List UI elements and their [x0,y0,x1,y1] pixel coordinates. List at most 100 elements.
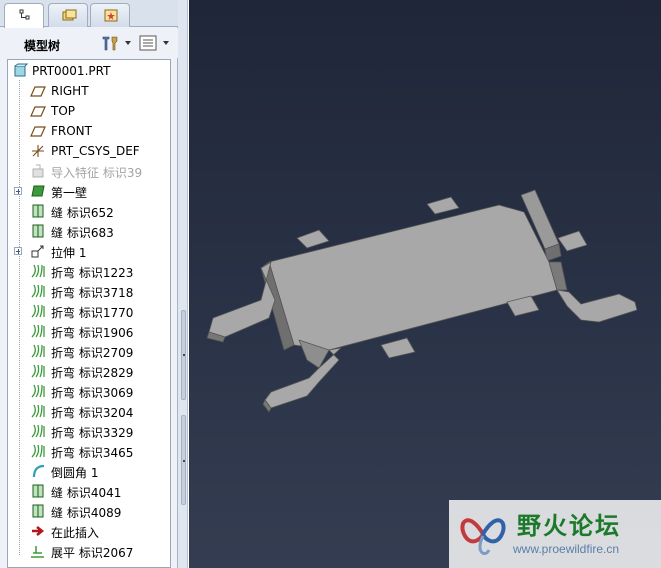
bend-icon [31,444,45,458]
tree-item-label: 缝 标识683 [51,226,114,240]
tree-item[interactable]: TOP [8,101,168,121]
favorites-icon [104,9,118,22]
model-tree-header: 模型树 [0,28,178,58]
tree-item-label: 第一壁 [51,186,88,200]
watermark-url: www.proewildfire.cn [513,542,620,556]
insert-here-arrow-icon [32,526,45,536]
bend-icon [31,264,45,278]
bend-icon [31,364,45,378]
bend-icon [31,424,45,438]
tree-item-label: 拉伸 1 [51,246,87,260]
tree-item[interactable]: 折弯 标识1223 [8,261,168,281]
list-icon [139,35,157,51]
tree-item[interactable]: 折弯 标识3204 [8,401,168,421]
graphics-viewport[interactable]: 野火论坛 www.proewildfire.cn [189,0,661,568]
folders-icon [62,9,77,21]
tree-item[interactable]: 缝 标识683 [8,221,168,241]
settings-button[interactable] [100,34,132,52]
tree-item-label: 折弯 标识1770 [51,306,134,320]
datum-plane-icon [30,106,46,117]
tree-item[interactable]: 展平 标识2067 [8,541,168,561]
tree-item[interactable]: 折弯 标识1770 [8,301,168,321]
splitter-dot [183,354,185,356]
tree-item[interactable]: 倒圆角 1 [8,461,168,481]
model-tree-icon [19,9,30,20]
tree-item-label: RIGHT [51,84,89,98]
tree-item-label: 展平 标识2067 [51,546,134,560]
extrude-icon [31,245,44,258]
tree-item[interactable]: 缝 标识4041 [8,481,168,501]
tree-item[interactable]: 第一壁 [8,181,168,201]
tree-item-label: 折弯 标识2829 [51,366,134,380]
tree-item[interactable]: 折弯 标识2829 [8,361,168,381]
expand-icon[interactable] [14,247,22,255]
tree-item[interactable]: RIGHT [8,81,168,101]
bend-icon [31,404,45,418]
tree-item[interactable]: 折弯 标识1906 [8,321,168,341]
tree-item-label: PRT_CSYS_DEF [51,144,140,158]
favorites-tab[interactable] [90,3,130,27]
part-icon [14,63,28,77]
tree-item-label: 折弯 标识1906 [51,326,134,340]
tree-item-label: 缝 标识4041 [51,486,122,500]
navigator-tabs [0,0,178,28]
sheetmetal-part-model[interactable] [189,0,661,568]
show-button[interactable] [138,34,170,52]
bend-icon [31,284,45,298]
tree-item[interactable]: FRONT [8,121,168,141]
round-icon [32,464,45,478]
tree-item[interactable]: 在此插入 [8,521,168,541]
tree-item[interactable]: 折弯 标识3069 [8,381,168,401]
model-tree: PRT0001.PRT RIGHT TOP FRONT PRT_CSYS_DEF 导入特征… [7,59,171,568]
import-feature-icon [32,164,44,178]
folder-browser-tab[interactable] [48,3,88,27]
tree-item[interactable]: 导入特征 标识39 [8,161,168,181]
tree-item[interactable]: 缝 标识652 [8,201,168,221]
bend-icon [31,324,45,338]
bend-icon [31,304,45,318]
tree-item[interactable]: 折弯 标识3718 [8,281,168,301]
tree-item[interactable]: 缝 标识4089 [8,501,168,521]
tree-item-label: 导入特征 标识39 [51,166,143,180]
bend-icon [31,384,45,398]
chevron-down-icon [163,41,169,45]
tree-item[interactable]: 折弯 标识2709 [8,341,168,361]
tree-item-label: 缝 标识4089 [51,506,122,520]
tree-item-label: 折弯 标识3465 [51,446,134,460]
butterfly-logo-icon [460,518,506,555]
tree-item-label: FRONT [51,124,92,138]
tree-item[interactable]: PRT_CSYS_DEF [8,141,168,161]
datum-plane-icon [30,86,46,97]
watermark: 野火论坛 www.proewildfire.cn [449,500,661,568]
tree-item-label: 折弯 标识3329 [51,426,134,440]
tree-item-label: 倒圆角 1 [51,466,99,480]
splitter-dot [183,460,185,462]
tree-item-label: 折弯 标识2709 [51,346,134,360]
tree-item-label: 折弯 标识1223 [51,266,134,280]
tree-item-label: PRT0001.PRT [32,64,111,78]
tree-item[interactable]: PRT0001.PRT [8,61,168,81]
bend-icon [31,344,45,358]
tree-item[interactable]: 折弯 标识3465 [8,441,168,461]
tree-item-label: 折弯 标识3069 [51,386,134,400]
chevron-down-icon [125,41,131,45]
model-tree-tab[interactable] [4,3,44,28]
unbend-icon [31,546,44,558]
datum-plane-icon [30,126,46,137]
model-tree-panel: 模型树 PRT0001.PRT RIGHT TOP FRONT PRT_CSYS_DEF… [0,0,178,568]
rip-icon [32,224,44,238]
expand-icon[interactable] [14,187,22,195]
tree-item-label: 在此插入 [51,526,100,540]
tools-icon [102,36,118,51]
tree-item[interactable]: 拉伸 1 [8,241,168,261]
rip-icon [32,504,44,518]
tree-item-label: TOP [51,104,76,118]
model-body [206,189,638,413]
csys-icon [32,145,44,157]
model-tree-title: 模型树 [24,39,61,53]
tree-item-label: 缝 标识652 [51,206,114,220]
tree-item-label: 折弯 标识3718 [51,286,134,300]
watermark-title: 野火论坛 [517,511,621,540]
first-wall-icon [31,185,45,197]
tree-item[interactable]: 折弯 标识3329 [8,421,168,441]
